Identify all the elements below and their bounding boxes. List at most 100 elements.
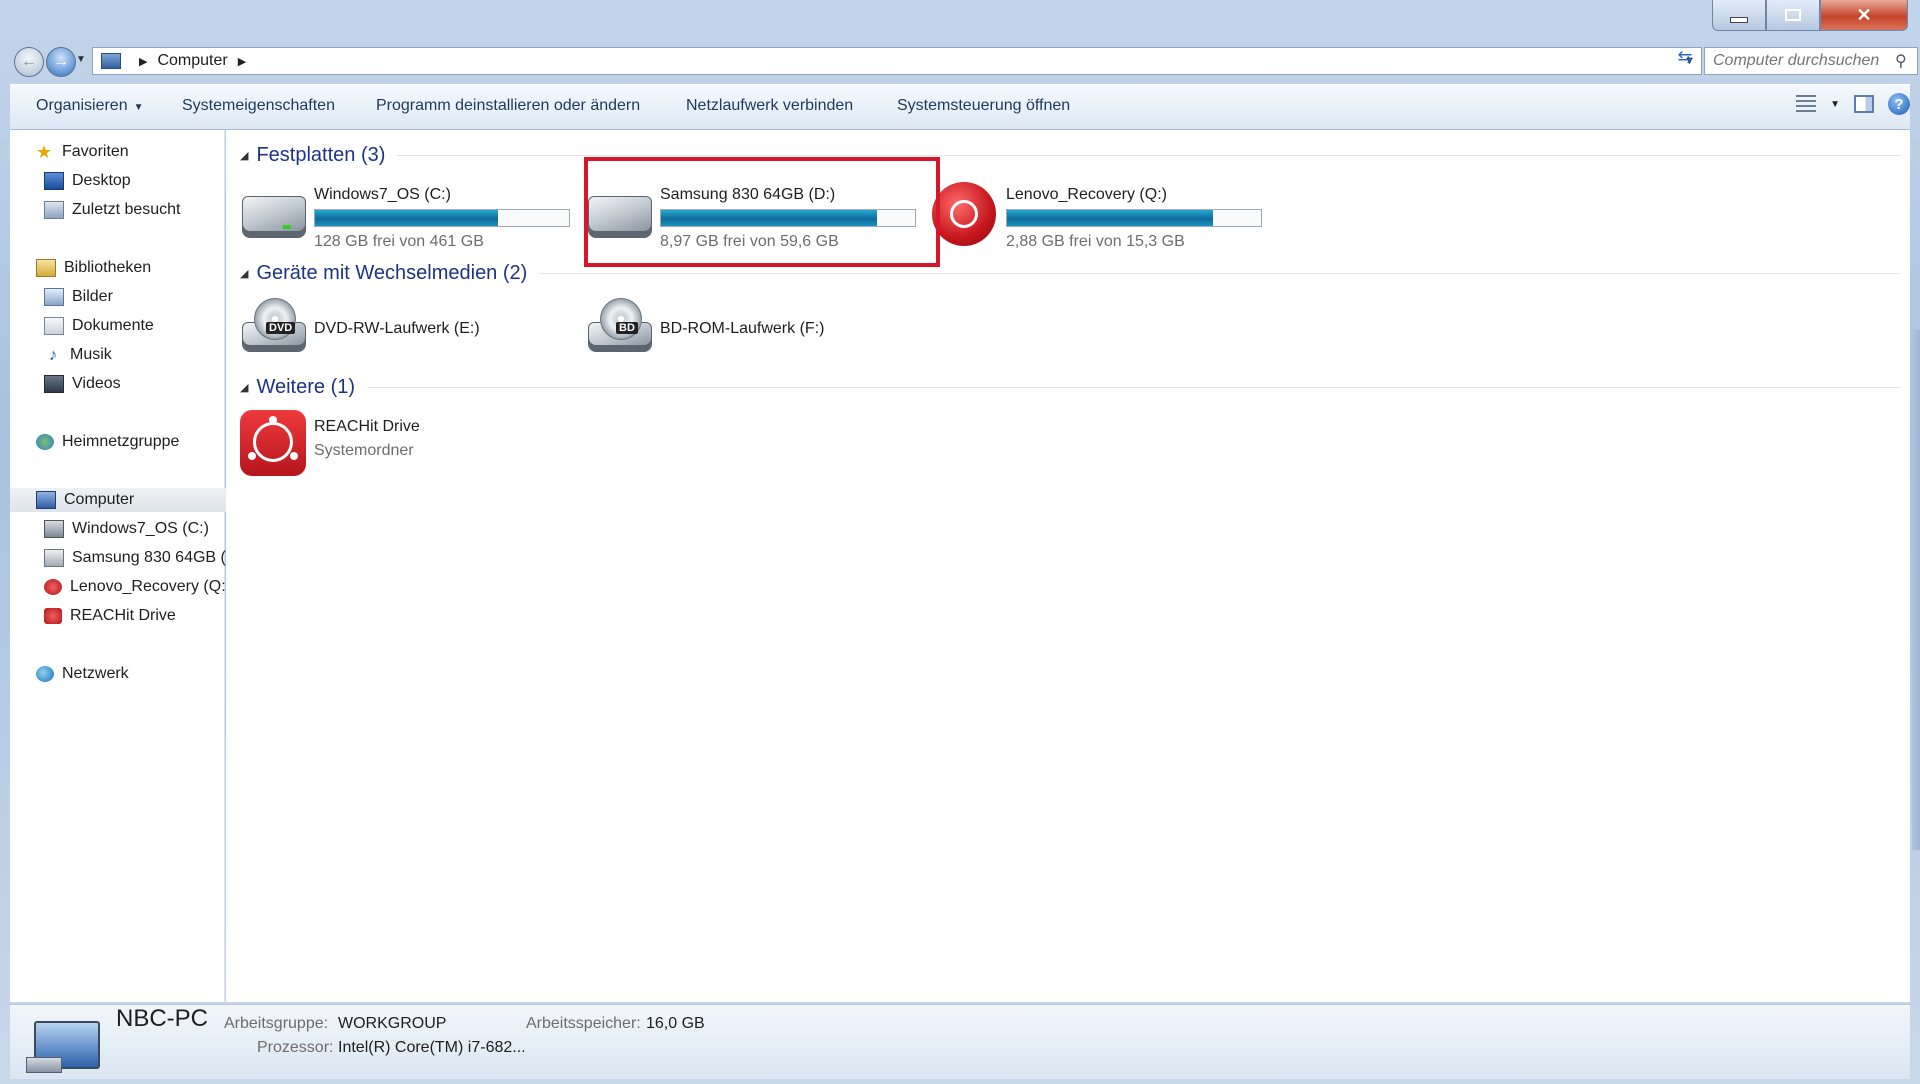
drive-name: Lenovo_Recovery (Q:) [1006, 186, 1167, 203]
nav-reachit[interactable]: REACHit Drive [10, 604, 258, 628]
desktop-icon [44, 172, 64, 190]
nav-homegroup[interactable]: Heimnetzgruppe [10, 430, 250, 454]
nav-computer[interactable]: Computer [10, 488, 250, 512]
nav-label: Windows7_OS (C:) [72, 520, 209, 537]
breadcrumb-computer[interactable]: Computer [157, 52, 227, 70]
usage-fill [1007, 210, 1213, 226]
usage-bar [1006, 209, 1262, 227]
drive-name: BD-ROM-Laufwerk (F:) [660, 320, 825, 337]
nav-drive-c[interactable]: Windows7_OS (C:) [10, 517, 258, 541]
recovery-drive-icon [932, 182, 996, 246]
preview-pane-icon[interactable] [1854, 95, 1874, 113]
libraries-icon [36, 259, 56, 277]
view-dropdown-icon[interactable]: ▼ [1830, 99, 1840, 110]
collapse-icon[interactable]: ◢ [240, 149, 248, 162]
drive-tile-q[interactable]: Lenovo_Recovery (Q:) 2,88 GB frei von 15… [926, 176, 1276, 256]
nav-documents[interactable]: Dokumente [10, 314, 258, 338]
breadcrumb-separator-2[interactable]: ▶ [238, 55, 246, 68]
close-button[interactable]: ✕ [1820, 0, 1908, 31]
item-tile-reachit[interactable]: REACHit Drive Systemordner [234, 408, 584, 482]
drive-tile-e[interactable]: DVD DVD-RW-Laufwerk (E:) [234, 290, 584, 364]
organize-label: Organisieren [36, 97, 128, 114]
computer-icon [26, 1021, 100, 1073]
memory-value: 16,0 GB [646, 1015, 705, 1032]
nav-label: Netzwerk [62, 665, 129, 682]
window-controls: ✕ [1712, 0, 1908, 32]
minimize-icon [1730, 17, 1748, 23]
collapse-icon[interactable]: ◢ [240, 267, 248, 280]
nav-label: Lenovo_Recovery (Q:) [70, 578, 231, 595]
nav-favorites[interactable]: ★ Favoriten [10, 140, 250, 164]
recent-places-icon [44, 201, 64, 219]
maximize-button[interactable] [1766, 0, 1820, 31]
bd-badge: BD [616, 322, 638, 334]
address-bar[interactable]: ▶ Computer ▶ ▼ [92, 47, 1702, 75]
uninstall-program-button[interactable]: Programm deinstallieren oder ändern [376, 97, 640, 115]
forward-button[interactable]: → [46, 47, 76, 77]
navigation-pane: ★ Favoriten Desktop Zuletzt besucht Bibli… [10, 130, 250, 1002]
node-icon [248, 452, 256, 460]
system-properties-button[interactable]: Systemeigenschaften [182, 97, 335, 115]
nav-label: Favoriten [62, 143, 129, 160]
divider [367, 386, 1900, 388]
search-input[interactable] [1705, 51, 1895, 71]
details-pane: NBC-PC Arbeitsgruppe: WORKGROUP Arbeitss… [10, 1004, 1910, 1079]
help-icon[interactable]: ? [1888, 93, 1910, 115]
search-box[interactable]: ⚲ [1704, 47, 1918, 75]
content-pane: ◢ Festplatten (3) Windows7_OS (C:) 128 G… [226, 130, 1910, 1002]
drive-tile-f[interactable]: BD BD-ROM-Laufwerk (F:) [580, 290, 930, 364]
group-title: Geräte mit Wechselmedien (2) [256, 261, 528, 284]
open-control-panel-button[interactable]: Systemsteuerung öffnen [897, 97, 1070, 115]
star-icon: ★ [36, 142, 53, 162]
memory-label: Arbeitsspeicher: [526, 1015, 641, 1032]
drive-free-space: 128 GB frei von 461 GB [314, 233, 484, 250]
usage-bar [314, 209, 570, 227]
globe-icon [253, 422, 293, 462]
group-title: Weitere (1) [256, 375, 356, 398]
homegroup-icon [36, 434, 54, 450]
command-bar: Organisieren ▼ Systemeigenschaften Progra… [10, 84, 1910, 130]
map-network-drive-button[interactable]: Netzlaufwerk verbinden [686, 97, 853, 115]
window-edge [1912, 330, 1920, 850]
nav-music[interactable]: ♪ Musik [10, 343, 258, 367]
history-dropdown[interactable]: ▼ [76, 54, 86, 65]
recovery-drive-icon [44, 579, 62, 595]
usage-fill [315, 210, 498, 226]
item-name: REACHit Drive [314, 418, 420, 435]
view-options-icon[interactable] [1796, 95, 1817, 113]
nav-pictures[interactable]: Bilder [10, 285, 258, 309]
nav-libraries[interactable]: Bibliotheken [10, 256, 250, 280]
nav-label: Zuletzt besucht [72, 201, 181, 218]
drive-tile-c[interactable]: Windows7_OS (C:) 128 GB frei von 461 GB [234, 176, 584, 256]
computer-icon [36, 491, 56, 509]
nav-drive-d[interactable]: Samsung 830 64GB ( [10, 546, 258, 570]
back-button[interactable]: ← [14, 47, 44, 77]
nav-label: Heimnetzgruppe [62, 433, 180, 450]
chevron-down-icon: ▼ [133, 102, 144, 113]
minimize-button[interactable] [1712, 0, 1766, 31]
computer-icon [101, 53, 121, 69]
documents-icon [44, 317, 64, 335]
item-type: Systemordner [314, 442, 414, 459]
node-icon [290, 452, 298, 460]
group-header-other[interactable]: ◢ Weitere (1) [240, 374, 1900, 400]
nav-desktop[interactable]: Desktop [10, 169, 258, 193]
divider [397, 154, 1900, 156]
breadcrumb-separator[interactable]: ▶ [139, 55, 147, 68]
nav-videos[interactable]: Videos [10, 372, 258, 396]
nav-network[interactable]: Netzwerk [10, 662, 250, 686]
processor-label: Prozessor: [257, 1039, 334, 1056]
nav-drive-q[interactable]: Lenovo_Recovery (Q:) [10, 575, 258, 599]
nav-recent[interactable]: Zuletzt besucht [10, 198, 258, 222]
workgroup-label: Arbeitsgruppe: [224, 1015, 329, 1032]
pictures-icon [44, 288, 64, 306]
group-header-hard-drives[interactable]: ◢ Festplatten (3) [240, 142, 1900, 168]
collapse-icon[interactable]: ◢ [240, 381, 248, 394]
refresh-button[interactable]: ⇆ [1672, 44, 1698, 70]
workgroup-value: WORKGROUP [338, 1015, 447, 1032]
nav-label: Bibliotheken [64, 259, 152, 276]
group-header-removable[interactable]: ◢ Geräte mit Wechselmedien (2) [240, 260, 1900, 286]
search-icon[interactable]: ⚲ [1895, 51, 1907, 71]
organize-menu[interactable]: Organisieren ▼ [36, 97, 144, 115]
divider [539, 272, 1900, 274]
